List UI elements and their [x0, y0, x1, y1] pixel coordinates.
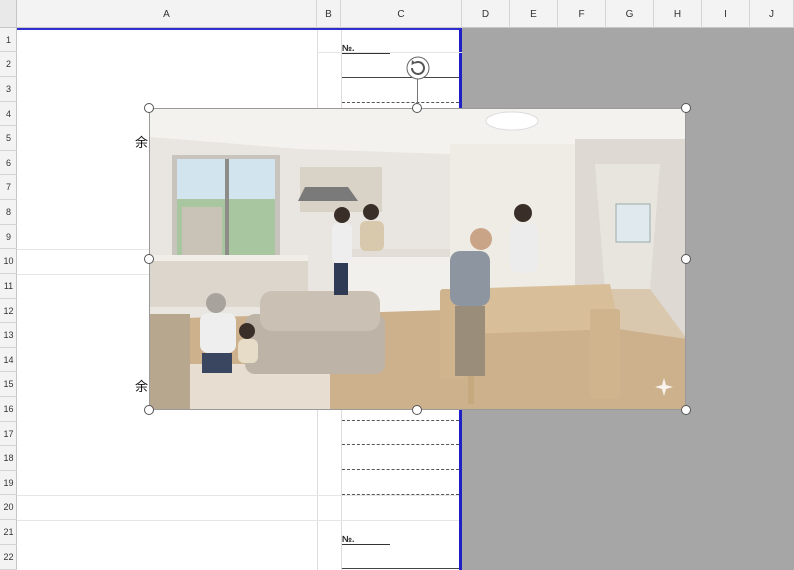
column-header-g[interactable]: G	[606, 0, 654, 28]
number-underline-bottom	[342, 544, 390, 545]
row-header-21[interactable]: 21	[0, 520, 17, 545]
resize-handle-right[interactable]	[681, 254, 691, 264]
number-label-bottom: №.	[342, 534, 355, 544]
entry-line-dashed	[342, 444, 459, 445]
row-gridline	[17, 520, 459, 521]
row-header-17[interactable]: 17	[0, 422, 17, 446]
row-header-2[interactable]: 2	[0, 52, 17, 77]
column-header-i[interactable]: I	[702, 0, 750, 28]
column-header-e[interactable]: E	[510, 0, 558, 28]
row-header-18[interactable]: 18	[0, 446, 17, 471]
row-header-11[interactable]: 11	[0, 274, 17, 299]
entry-line	[342, 77, 459, 78]
resize-handle-left[interactable]	[144, 254, 154, 264]
column-header-f[interactable]: F	[558, 0, 606, 28]
photo-scene	[150, 109, 685, 409]
row-header-13[interactable]: 13	[0, 323, 17, 348]
row-header-15[interactable]: 15	[0, 372, 17, 397]
row-header-8[interactable]: 8	[0, 200, 17, 225]
row-header-14[interactable]: 14	[0, 348, 17, 372]
column-header-c[interactable]: C	[341, 0, 462, 28]
row-header-7[interactable]: 7	[0, 175, 17, 200]
sparkle-icon	[655, 378, 673, 396]
resize-handle-bottom-right[interactable]	[681, 405, 691, 415]
row-header-12[interactable]: 12	[0, 299, 17, 323]
resize-handle-bottom[interactable]	[412, 405, 422, 415]
column-header: A B C D E F G H I J	[17, 0, 794, 28]
resize-handle-bottom-left[interactable]	[144, 405, 154, 415]
entry-line-dashed	[342, 102, 459, 103]
row-header-6[interactable]: 6	[0, 151, 17, 175]
row-header-9[interactable]: 9	[0, 225, 17, 249]
row-header-20[interactable]: 20	[0, 495, 17, 520]
row-header-19[interactable]: 19	[0, 471, 17, 495]
column-header-d[interactable]: D	[462, 0, 510, 28]
cell-text-a15: 余	[135, 379, 149, 394]
select-all-corner[interactable]	[0, 0, 17, 28]
row-header: 1 2 3 4 5 6 7 8 9 10 11 12 13 14 15 16 1…	[0, 28, 17, 570]
entry-line	[342, 568, 459, 569]
resize-handle-top-left[interactable]	[144, 103, 154, 113]
rotate-icon[interactable]	[405, 55, 431, 81]
column-header-a[interactable]: A	[17, 0, 317, 28]
column-header-b[interactable]: B	[317, 0, 341, 28]
row-header-3[interactable]: 3	[0, 77, 17, 102]
row-header-22[interactable]: 22	[0, 545, 17, 570]
column-header-j[interactable]: J	[750, 0, 794, 28]
row-header-10[interactable]: 10	[0, 249, 17, 274]
column-header-h[interactable]: H	[654, 0, 702, 28]
row-header-1[interactable]: 1	[0, 28, 17, 52]
entry-line-dashed	[342, 494, 459, 495]
resize-handle-top[interactable]	[412, 103, 422, 113]
row-header-4[interactable]: 4	[0, 102, 17, 126]
row-header-16[interactable]: 16	[0, 397, 17, 422]
number-label-top: №.	[342, 43, 355, 53]
number-underline-top	[342, 53, 390, 54]
cell-text-a5: 余	[135, 135, 149, 150]
row-gridline	[17, 495, 459, 496]
entry-line-dashed	[342, 469, 459, 470]
inserted-photo[interactable]	[149, 108, 686, 410]
resize-handle-top-right[interactable]	[681, 103, 691, 113]
row-header-5[interactable]: 5	[0, 126, 17, 151]
entry-line-dashed	[342, 420, 459, 421]
